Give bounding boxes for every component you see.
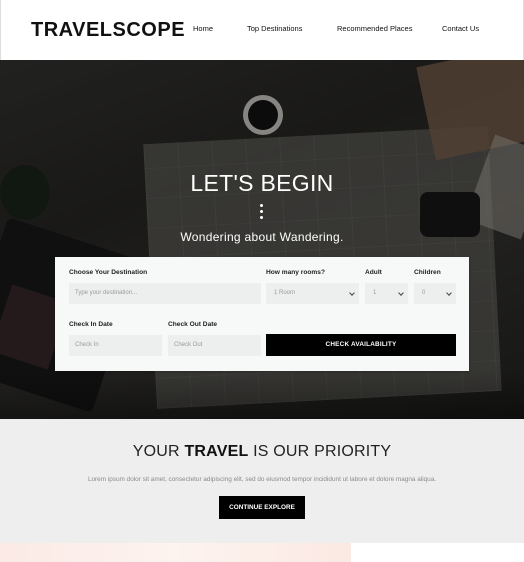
- continue-explore-button[interactable]: CONTINUE EXPLORE: [219, 496, 305, 519]
- rooms-label: How many rooms?: [266, 269, 325, 276]
- nav-link-recommended-places[interactable]: Recommended Places: [337, 24, 412, 33]
- adult-label: Adult: [365, 269, 382, 276]
- rooms-select[interactable]: 1 Room: [266, 283, 359, 304]
- checkout-input[interactable]: Check Out: [168, 335, 261, 356]
- priority-title-pre: YOUR: [132, 443, 180, 460]
- nav-link-home[interactable]: Home: [193, 24, 213, 33]
- children-select[interactable]: 0: [414, 283, 456, 304]
- rooms-select-value: 1 Room: [274, 290, 296, 296]
- priority-title-post: IS OUR PRIORITY: [253, 443, 392, 460]
- adult-select-value: 1: [373, 290, 377, 296]
- check-availability-button[interactable]: CHECK AVAILABILITY: [266, 334, 456, 356]
- chevron-down-icon: [349, 290, 355, 296]
- priority-description: Lorem ipsum dolor sit amet, consectetur …: [87, 476, 437, 483]
- hero-title: LET'S BEGIN: [190, 170, 334, 196]
- site-header: TRAVELSCOPE Home Top Destinations Recomm…: [0, 0, 524, 60]
- next-section-preview: [0, 543, 524, 562]
- destination-label: Choose Your Destination: [69, 269, 148, 276]
- chevron-down-icon: [398, 290, 404, 296]
- children-label: Children: [414, 269, 441, 276]
- priority-section: YOUR TRAVEL IS OUR PRIORITY Lorem ipsum …: [0, 419, 524, 543]
- next-section-image: [0, 543, 351, 562]
- priority-title-bold: TRAVEL: [184, 443, 249, 460]
- vertical-dots-icon: [260, 204, 264, 222]
- checkout-label: Check Out Date: [168, 321, 218, 328]
- hero-subtitle: Wondering about Wandering.: [180, 230, 344, 244]
- destination-input[interactable]: Type your destination...: [69, 283, 261, 304]
- children-select-value: 0: [422, 290, 426, 296]
- nav-link-contact-us[interactable]: Contact Us: [442, 24, 479, 33]
- chevron-down-icon: [446, 290, 452, 296]
- priority-title: YOUR TRAVEL IS OUR PRIORITY: [0, 443, 524, 461]
- checkin-label: Check In Date: [69, 321, 113, 328]
- checkin-input[interactable]: Check In: [69, 335, 162, 356]
- nav-link-top-destinations[interactable]: Top Destinations: [247, 24, 302, 33]
- booking-form: Choose Your Destination Type your destin…: [55, 257, 469, 371]
- site-logo[interactable]: TRAVELSCOPE: [31, 19, 185, 42]
- adult-select[interactable]: 1: [365, 283, 408, 304]
